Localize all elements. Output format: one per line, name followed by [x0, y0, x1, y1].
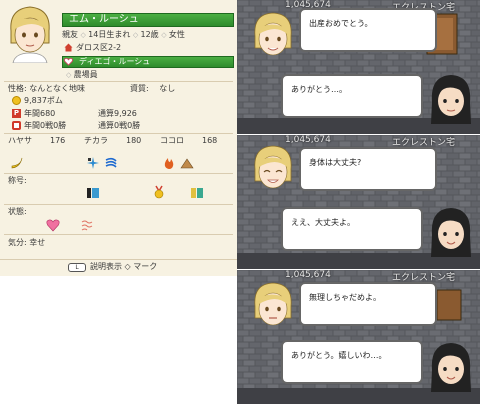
divider: [4, 204, 233, 205]
stat-power-value: 180: [126, 136, 142, 145]
birthday: 14日生まれ: [88, 30, 131, 39]
stat-speed-value: 176: [50, 136, 66, 145]
personality-line: 性格: なんとなく地味: [8, 84, 85, 94]
partner-name: ディエゴ・ルーシュ: [62, 56, 234, 68]
mark-text[interactable]: マーク: [133, 262, 157, 271]
total-battle: 通算0戦0勝: [98, 121, 141, 130]
diamond-icon: ◇: [80, 31, 89, 39]
divider: [4, 234, 233, 235]
speech-text: 出産おめでとう。: [309, 19, 373, 28]
mii-darkhair-face: [431, 75, 471, 124]
speech-bubble-bottom: ありがとう…。: [281, 74, 423, 118]
fire-icon: [164, 158, 174, 169]
stat-heart-value: 168: [202, 136, 218, 145]
speech-text: ありがとう。嬉しいわ…。: [291, 351, 387, 360]
mii-darkhair-face: [431, 343, 471, 392]
stat-power-label: チカラ: [84, 136, 108, 145]
job-line: ◇ 農場員: [66, 70, 98, 80]
talent-label: 資質:: [130, 84, 149, 93]
wind-icon: [105, 157, 117, 168]
diamond-icon: ◇: [132, 31, 141, 39]
job: 農場員: [73, 70, 98, 79]
mood-label: 気分:: [8, 238, 27, 247]
stat-speed-label: ハヤサ: [8, 136, 32, 145]
mii-darkhair-face: [431, 208, 471, 257]
total-points: 通算9,926: [98, 109, 137, 118]
character-name: エム・ルーシュ: [62, 13, 234, 27]
diamond-icon: ◇: [161, 31, 169, 39]
earth-icon: [180, 158, 194, 169]
speech-text: 無理しちゃだめよ。: [309, 293, 381, 302]
speech-text: ありがとう…。: [291, 85, 347, 94]
speech-text: ええ、大丈夫よ。: [291, 218, 355, 227]
dialogue-scene-3: 1,045,674 エクレストン宅 無理しちゃだめよ。 ありがとう。嬉しいわ…。: [237, 270, 480, 404]
dialogue-scene-1: 1,045,674 エクレストン宅 出産おめでとう。 ありがとう…。: [237, 0, 480, 134]
speech-bubble-top: 出産おめでとう。: [299, 8, 437, 52]
title-badge-icon: [87, 188, 99, 198]
profile-line-1: 親友 ◇ 14日生まれ ◇ 12歳 ◇ 女性: [62, 30, 185, 40]
dialogue-scene-2: 1,045,674 エクレストン宅 身体は大丈夫? ええ、大丈夫よ。: [237, 135, 480, 269]
love-heart-icon: [46, 219, 60, 232]
personality-label: 性格:: [8, 84, 27, 93]
coin-icon: [12, 96, 21, 105]
title-label: 称号:: [8, 176, 27, 185]
mood-line: 気分: 幸せ: [8, 238, 45, 248]
fatigue-icon: [81, 220, 93, 231]
divider: [4, 133, 233, 134]
heart-icon: [64, 57, 73, 66]
speech-bubble-bottom: ええ、大丈夫よ。: [281, 207, 423, 251]
help-line: 説明表示 ◇ マーク: [90, 262, 157, 272]
house-icon: [64, 43, 73, 52]
relation: 親友: [62, 30, 78, 39]
mii-blonde-face: [254, 12, 292, 56]
speech-bubble-top: 無理しちゃだめよ。: [299, 282, 437, 326]
title-flag-icon: [191, 188, 203, 198]
medal-icon: [154, 185, 164, 199]
character-portrait: [10, 6, 50, 63]
personality-value: なんとなく地味: [29, 84, 86, 93]
character-status-panel: エム・ルーシュ 親友 ◇ 14日生まれ ◇ 12歳 ◇ 女性 ダロス区2-2 デ…: [0, 0, 237, 276]
mii-blonde-face: [254, 282, 292, 326]
speech-bubble-bottom: ありがとう。嬉しいわ…。: [281, 340, 423, 384]
banana-icon: [11, 157, 23, 169]
mii-blonde-face: [254, 145, 292, 189]
help-text[interactable]: 説明表示: [90, 262, 122, 271]
points-icon: P: [12, 109, 21, 118]
divider: [4, 173, 233, 174]
money: 9,837ポム: [24, 96, 63, 105]
stat-heart-label: ココロ: [160, 136, 184, 145]
battle-icon: [12, 121, 21, 130]
condition-label: 状態:: [8, 207, 27, 216]
divider: [4, 81, 233, 82]
spark-icon: [87, 157, 99, 169]
annual-battle: 年間0戦0勝: [24, 121, 67, 130]
l-button-icon[interactable]: L: [68, 263, 86, 272]
speech-bubble-top: 身体は大丈夫?: [299, 147, 437, 191]
money-display: 1,045,674: [285, 270, 331, 280]
diamond-icon: ◇: [66, 71, 74, 79]
gender: 女性: [168, 30, 185, 39]
talent-line: 資質: なし: [130, 84, 175, 94]
annual-points: 年間680: [24, 109, 56, 118]
mood-value: 幸せ: [29, 238, 46, 247]
mark-separator: ◇: [124, 262, 134, 271]
age: 12歳: [140, 30, 159, 39]
speech-text: 身体は大丈夫?: [309, 158, 362, 167]
talent-value: なし: [159, 84, 176, 93]
address: ダロス区2-2: [76, 43, 122, 52]
